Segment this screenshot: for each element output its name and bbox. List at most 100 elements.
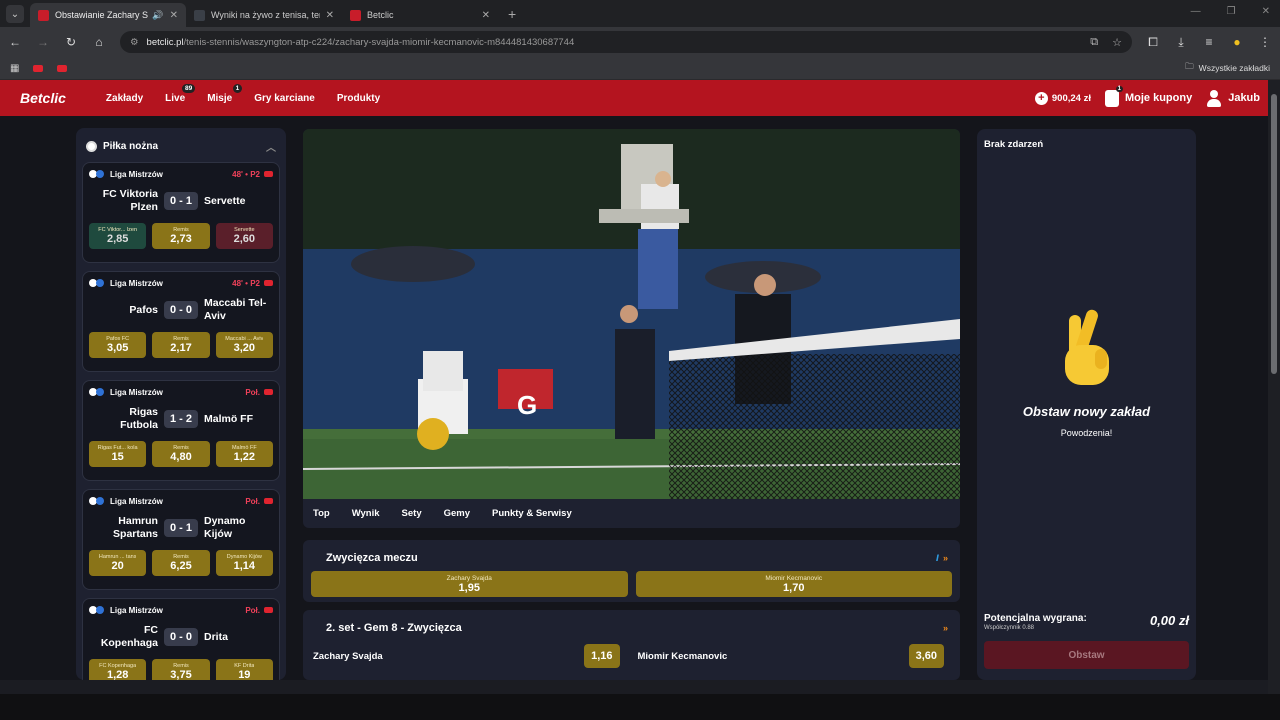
media-icon[interactable]: ≡: [1202, 35, 1216, 49]
nav-produkty[interactable]: Produkty: [337, 93, 380, 104]
balance-button[interactable]: +900,24 zł: [1034, 91, 1091, 105]
odd-button[interactable]: Malmö FF 1,22: [215, 441, 273, 467]
maximize-icon[interactable]: ❐: [1227, 6, 1236, 17]
odd-button[interactable]: Remis 2,73: [152, 223, 210, 249]
tab-2[interactable]: Betclic ✕: [342, 3, 498, 27]
close-window-icon[interactable]: ✕: [1262, 6, 1270, 17]
odd-button[interactable]: Remis 4,80: [152, 441, 210, 467]
tab-1[interactable]: Wyniki na żywo z tenisa, tenis li ✕: [186, 3, 342, 27]
odd-button[interactable]: Hamrun ... tans 20: [89, 550, 147, 576]
place-bet-button[interactable]: Obstaw: [984, 641, 1189, 669]
odd-button[interactable]: Pafos FC 3,05: [89, 332, 147, 358]
youtube-bookmark-icon[interactable]: [57, 64, 68, 72]
site-nav: Betclic Zakłady Live 89 Misje 1 Gry karcia…: [0, 80, 1280, 116]
odd-button[interactable]: Remis 3,75: [152, 659, 210, 680]
match-score: 0 - 0: [163, 628, 198, 646]
nav-live[interactable]: Live 89: [165, 83, 196, 104]
betslip-header: Brak zdarzeń: [984, 139, 1044, 150]
match-card[interactable]: Liga Mistrzów 48' • P2 FC Viktoria Plzen 0 …: [82, 162, 280, 263]
sport-header[interactable]: Piłka nożna ︿: [82, 136, 280, 162]
odd-button[interactable]: Remis 6,25: [152, 550, 210, 576]
tab-sety[interactable]: Sety: [402, 508, 422, 519]
tab-0[interactable]: Obstawianie Zachary Svajda 🔊 ✕: [30, 3, 186, 27]
player-odd-row[interactable]: Miomir Kecmanovic 3,60: [628, 644, 953, 668]
odd-value: 1,22: [233, 451, 256, 463]
menu-icon[interactable]: ⋮: [1258, 35, 1272, 49]
stats-icon[interactable]: //»: [936, 553, 948, 563]
close-icon[interactable]: ✕: [482, 10, 490, 21]
tab-gemy[interactable]: Gemy: [444, 508, 470, 519]
tab-wynik[interactable]: Wynik: [352, 508, 380, 519]
odd-button[interactable]: Rigas Fut... kola 15: [89, 441, 147, 467]
scrollbar-thumb[interactable]: [1271, 94, 1277, 374]
install-icon[interactable]: ⧉: [1090, 36, 1098, 49]
apps-grid-icon[interactable]: ▦: [10, 63, 19, 74]
odd-value: 15: [111, 451, 124, 463]
potential-win-value: 0,00 zł: [1149, 613, 1189, 628]
odd-button[interactable]: Remis 2,17: [152, 332, 210, 358]
match-time: 48' • P2: [232, 169, 260, 179]
market-title: Zwycięzca meczu: [326, 552, 418, 564]
all-bookmarks[interactable]: 🗀 Wszystkie zakładki: [1185, 61, 1270, 75]
odd-value[interactable]: 1,16: [584, 644, 620, 668]
tab-top[interactable]: Top: [313, 508, 330, 519]
betclic-logo[interactable]: Betclic: [20, 90, 66, 106]
home-icon[interactable]: ⌂: [92, 35, 106, 49]
flashscore-favicon-icon: [194, 9, 205, 21]
nav-gry-karciane[interactable]: Gry karciane: [254, 93, 315, 104]
close-icon[interactable]: ✕: [170, 10, 178, 21]
odd-button[interactable]: Maccabi ... Aviv 3,20: [215, 332, 273, 358]
odd-button[interactable]: Zachary Svajda 1,95: [311, 571, 628, 597]
match-time: 48' • P2: [232, 278, 260, 288]
speaker-icon[interactable]: 🔊: [152, 10, 163, 21]
odd-button[interactable]: KF Drita 19: [215, 659, 273, 680]
misje-badge: 1: [232, 83, 243, 93]
chevron-up-icon[interactable]: ︿: [266, 139, 276, 154]
bookmark-star-icon[interactable]: ☆: [1112, 36, 1122, 49]
reload-icon[interactable]: ↻: [64, 35, 78, 49]
match-card[interactable]: Liga Mistrzów Poł. FC Kopenhaga 0 - 0 Drita F…: [82, 598, 280, 680]
back-icon[interactable]: ←: [8, 35, 22, 49]
stats-tabs: Top Wynik Sety Gemy Punkty & Serwisy: [303, 499, 960, 528]
match-card[interactable]: Liga Mistrzów Poł. Rigas Futbola 1 - 2 Malmö…: [82, 380, 280, 481]
odd-value: 2,17: [170, 342, 192, 354]
odd-value[interactable]: 3,60: [908, 644, 944, 668]
odd-button[interactable]: Dynamo Kijów 1,14: [215, 550, 273, 576]
nav-zaklady[interactable]: Zakłady: [106, 93, 143, 104]
site-info-icon[interactable]: ⚙: [130, 37, 139, 48]
tab-punkty-serwisy[interactable]: Punkty & Serwisy: [492, 508, 572, 519]
stats-icon[interactable]: »: [943, 623, 948, 633]
league-name: Liga Mistrzów: [110, 169, 163, 179]
close-icon[interactable]: ✕: [326, 10, 334, 21]
match-card[interactable]: Liga Mistrzów Poł. Hamrun Spartans 0 - 1 Dyn…: [82, 489, 280, 590]
user-menu[interactable]: Jakub: [1206, 89, 1260, 107]
potential-win-label: Potencjalna wygrana:: [984, 613, 1087, 624]
forward-icon[interactable]: →: [36, 35, 50, 49]
my-coupons-button[interactable]: 1 Moje kupony: [1104, 85, 1192, 107]
odd-button[interactable]: FC Viktor... lzen 2,85: [89, 223, 147, 249]
market-title: 2. set - Gem 8 - Zwycięzca: [326, 622, 462, 634]
download-icon[interactable]: ⤓: [1174, 35, 1188, 50]
tab-search-icon[interactable]: ⌄: [6, 5, 24, 23]
odd-button[interactable]: Miomir Kecmanovic 1,70: [635, 571, 952, 597]
extensions-icon[interactable]: ⧠: [1146, 35, 1160, 50]
odd-value: 2,60: [233, 233, 256, 245]
youtube-bookmark-icon[interactable]: [33, 64, 44, 72]
player-odd-row[interactable]: Zachary Svajda 1,16: [311, 644, 628, 668]
nav-misje[interactable]: Misje 1: [207, 83, 243, 104]
tennis-court-image: G: [303, 129, 960, 499]
page-scrollbar[interactable]: [1268, 80, 1280, 694]
url-field[interactable]: ⚙ betclic.pl/tenis-stennis/waszyngton-at…: [120, 31, 1132, 53]
away-team: Drita: [204, 630, 228, 643]
betclic-favicon-icon: [38, 9, 49, 21]
profile-avatar-icon[interactable]: ●: [1230, 35, 1244, 49]
minimize-icon[interactable]: —: [1191, 6, 1201, 17]
odd-button[interactable]: Servette 2,60: [215, 223, 273, 249]
window-controls: — ❐ ✕: [1191, 6, 1270, 17]
odd-button[interactable]: FC Kopenhaga 1,28: [89, 659, 147, 680]
home-team: Rigas Futbola: [120, 406, 158, 431]
live-stream-video[interactable]: G: [303, 129, 960, 499]
match-card[interactable]: Liga Mistrzów 48' • P2 Pafos 0 - 0 Maccabi T…: [82, 271, 280, 372]
folder-icon: 🗀: [1185, 61, 1194, 71]
new-tab-icon[interactable]: +: [508, 6, 516, 22]
